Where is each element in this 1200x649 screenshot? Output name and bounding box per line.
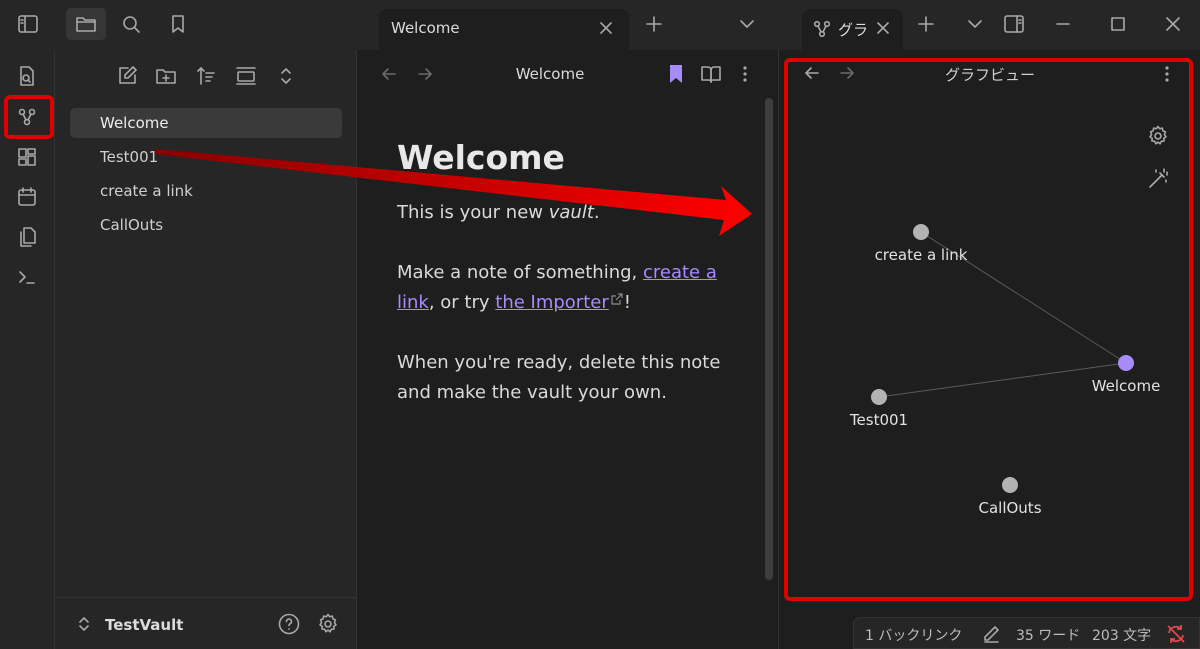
sync-status-button[interactable] <box>1165 623 1187 645</box>
close-icon <box>1166 17 1180 31</box>
sort-order-button[interactable] <box>190 62 222 90</box>
new-note-button[interactable] <box>111 62 143 90</box>
terminal-icon <box>19 271 35 284</box>
new-folder-button[interactable] <box>150 62 182 90</box>
file-item-test001[interactable]: Test001 <box>70 142 342 172</box>
external-link-icon <box>611 293 623 305</box>
more-options-button[interactable] <box>735 63 755 85</box>
toggle-left-sidebar-button[interactable] <box>8 8 48 40</box>
gear-icon <box>319 613 337 633</box>
reading-view-button[interactable] <box>700 63 722 85</box>
help-button[interactable] <box>277 612 301 636</box>
intro-text: This is your new <box>397 202 549 223</box>
paragraph-when-ready: When you're ready, delete this note and … <box>397 352 721 403</box>
open-quick-switcher-button[interactable] <box>8 60 46 92</box>
tab-list-button[interactable] <box>727 8 767 40</box>
minimize-button[interactable] <box>1043 8 1083 40</box>
search-icon <box>123 16 140 33</box>
tab-graph-label: グラフビュー <box>838 21 866 39</box>
close-window-button[interactable] <box>1153 8 1193 40</box>
search-tab-button[interactable] <box>112 8 152 40</box>
files-tab-button[interactable] <box>66 8 106 40</box>
or-try-text: , or try <box>428 292 496 313</box>
chevron-down-icon <box>968 20 982 28</box>
vault-emphasis: vault <box>548 202 594 223</box>
open-daily-note-button[interactable] <box>8 181 46 213</box>
note-heading: Welcome <box>397 138 565 177</box>
help-icon <box>278 613 300 635</box>
calendar-icon <box>18 187 36 206</box>
annotation-highlight-graph-button <box>4 95 54 139</box>
paragraph-intro: This is your new vault. <box>397 198 737 228</box>
file-search-icon <box>20 66 34 86</box>
settings-button[interactable] <box>316 612 340 636</box>
title-bar: Welcome グラフビュー <box>0 0 1200 50</box>
auto-reveal-button[interactable] <box>230 62 262 90</box>
ribbon <box>0 50 55 649</box>
intro-suffix: . <box>593 202 600 223</box>
maximize-button[interactable] <box>1098 8 1138 40</box>
close-graph-tab-button[interactable] <box>874 19 892 37</box>
make-note-text: Make a note of something, <box>397 262 643 283</box>
close-icon <box>877 22 889 34</box>
editing-mode-button[interactable] <box>981 624 1001 644</box>
graph-icon <box>813 20 831 38</box>
file-explorer: Welcome Test001 create a link CallOuts T… <box>55 50 357 649</box>
reveal-icon <box>236 67 256 85</box>
edit-icon <box>119 66 137 84</box>
file-item-callouts[interactable]: CallOuts <box>70 210 342 240</box>
sidebar-right-icon <box>1004 15 1024 33</box>
file-item-create-a-link[interactable]: create a link <box>70 176 342 206</box>
insert-template-button[interactable] <box>8 221 46 253</box>
new-tab-right-button[interactable] <box>906 8 946 40</box>
folder-icon <box>76 17 96 32</box>
bookmark-filled-icon <box>670 65 682 83</box>
tab-list-right-button[interactable] <box>955 8 995 40</box>
exclamation-text: ! <box>623 292 631 313</box>
vault-name: TestVault <box>105 616 184 634</box>
minimize-icon <box>1056 23 1070 25</box>
importer-link[interactable]: the Importer <box>495 292 608 313</box>
toggle-right-sidebar-button[interactable] <box>994 8 1034 40</box>
chevrons-up-down-icon <box>79 617 89 631</box>
open-canvas-button[interactable] <box>8 141 46 173</box>
tab-graph[interactable]: グラフビュー <box>802 9 903 50</box>
status-bar: 1 バックリンク 35 ワード 203 文字 <box>853 617 1200 649</box>
sidebar-left-icon <box>18 15 38 33</box>
book-open-icon <box>701 66 721 83</box>
maximize-icon <box>1111 17 1125 31</box>
tab-welcome[interactable]: Welcome <box>379 9 629 50</box>
bookmark-icon <box>172 15 184 33</box>
bookmark-note-button[interactable] <box>666 63 686 85</box>
collapse-all-button[interactable] <box>270 62 302 90</box>
more-vertical-icon <box>743 66 747 82</box>
sort-icon <box>197 67 215 85</box>
bookmarks-tab-button[interactable] <box>158 8 198 40</box>
sync-off-icon <box>1167 625 1185 643</box>
word-count: 35 ワード <box>1016 628 1081 644</box>
vault-switcher[interactable]: TestVault <box>55 597 357 649</box>
files-icon <box>20 227 36 247</box>
backlinks-count[interactable]: 1 バックリンク <box>865 625 962 645</box>
annotation-highlight-graph-pane <box>784 58 1193 601</box>
plus-icon <box>918 16 934 32</box>
open-command-palette-button[interactable] <box>8 261 46 293</box>
chevron-down-icon <box>740 20 754 28</box>
editor-scrollbar[interactable] <box>765 98 773 580</box>
folder-plus-icon <box>156 69 176 84</box>
layout-dashboard-icon <box>18 148 36 166</box>
close-tab-button[interactable] <box>597 19 615 37</box>
tab-welcome-label: Welcome <box>391 19 460 37</box>
editor-pane: Welcome Welcome This is your new vault. … <box>357 50 777 649</box>
file-item-welcome[interactable]: Welcome <box>70 108 342 138</box>
plus-icon <box>646 16 662 32</box>
close-icon <box>600 22 612 34</box>
new-tab-button[interactable] <box>634 8 674 40</box>
pencil-icon <box>984 626 999 643</box>
paragraph-make-note: Make a note of something, create a link,… <box>397 258 737 318</box>
chevrons-up-down-icon <box>281 68 291 84</box>
character-count: 203 文字 <box>1092 628 1152 644</box>
